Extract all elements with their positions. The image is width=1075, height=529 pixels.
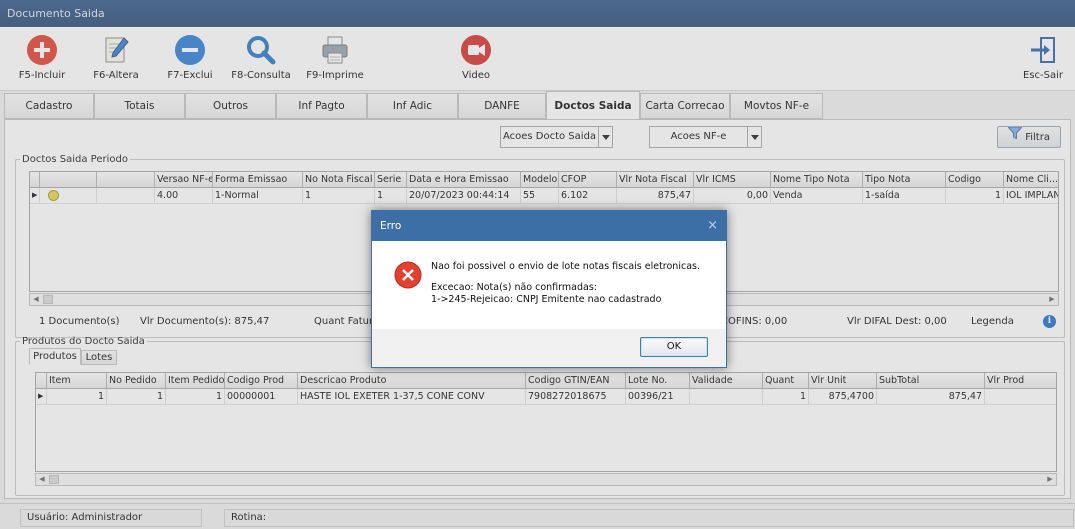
ok-button[interactable]: OK xyxy=(640,337,708,357)
error-dialog: Erro × Nao foi possivel o envio de lote … xyxy=(371,210,727,368)
dialog-titlebar: Erro × xyxy=(372,211,726,241)
error-detail-2: 1->245-Rejeicao: CNPJ Emitente nao cadas… xyxy=(431,294,662,305)
dialog-title: Erro xyxy=(380,220,402,232)
dialog-body: Nao foi possivel o envio de lote notas f… xyxy=(372,241,726,367)
dialog-footer: OK xyxy=(372,329,726,367)
error-icon xyxy=(394,261,422,292)
error-message: Nao foi possivel o envio de lote notas f… xyxy=(431,261,700,272)
error-detail-1: Excecao: Nota(s) não confirmadas: xyxy=(431,282,597,293)
close-icon[interactable]: × xyxy=(707,211,718,241)
